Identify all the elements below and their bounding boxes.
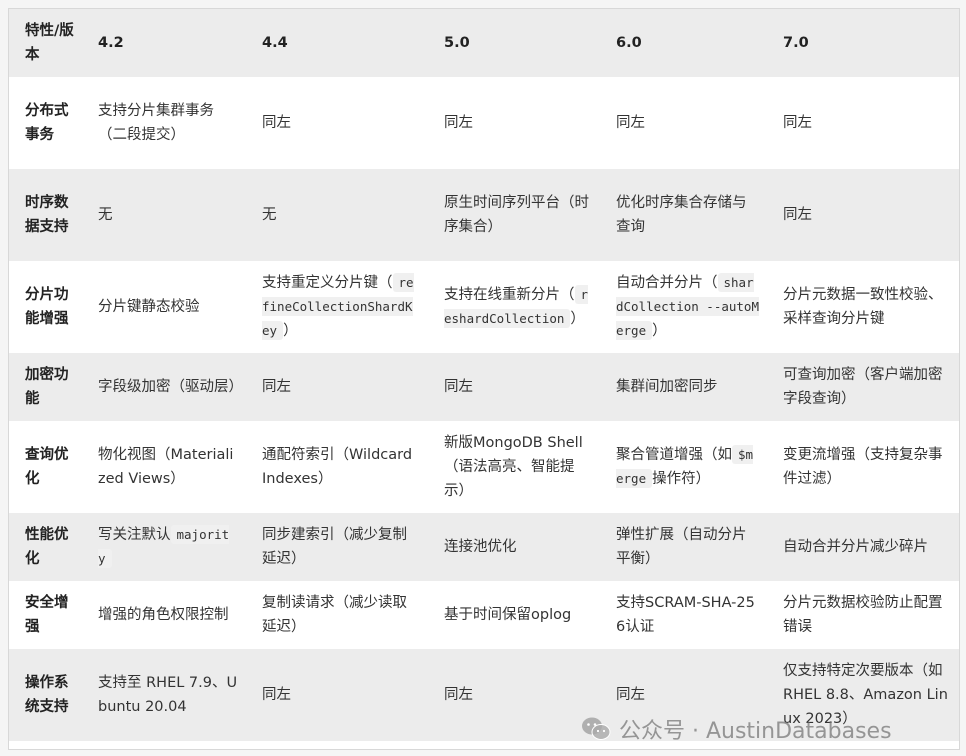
table-cell: 增强的角色权限控制 <box>98 607 229 623</box>
table-cell: 基于时间保留oplog <box>444 607 572 623</box>
cell-text: 聚合管道增强（如 <box>616 447 732 463</box>
table-cell: 同左 <box>616 115 645 131</box>
cell-text: ） <box>570 311 585 327</box>
table-row: 分布式事务 支持分片集群事务（二段提交） 同左 同左 同左 同左 <box>9 77 959 169</box>
cell-text: ） <box>652 323 667 339</box>
cell-text: 操作符） <box>652 471 711 487</box>
table-cell: 同左 <box>444 379 473 395</box>
feature-label: 性能优化 <box>25 527 69 567</box>
header-version-4-4: 4.4 <box>262 35 288 51</box>
table-cell: 分片元数据校验防止配置错误 <box>783 595 943 635</box>
cell-text: 自动合并分片（ <box>616 275 718 291</box>
table-row: 性能优化 写关注默认 majority 同步建索引（减少复制延迟） 连接池优化 弹性扩展（… <box>9 513 959 581</box>
cell-text: 支持在线重新分片（ <box>444 287 575 303</box>
table-cell: 复制读请求（减少读取延迟） <box>262 595 407 635</box>
table-header-row: 特性/版本 4.2 4.4 5.0 6.0 7.0 <box>9 9 959 77</box>
table-cell: 同左 <box>262 115 291 131</box>
table-cell: 连接池优化 <box>444 539 517 555</box>
table-cell: 自动合并分片（ shardCollection --autoMerge） <box>600 261 767 353</box>
table-cell: 支持在线重新分片（ reshardCollection） <box>428 261 600 353</box>
table-cell: 同左 <box>783 115 812 131</box>
feature-label: 安全增强 <box>25 595 69 635</box>
feature-label: 分布式事务 <box>25 103 69 143</box>
watermark-text: 公众号 · AustinDatabases <box>619 719 892 744</box>
table-cell: 支持SCRAM-SHA-256认证 <box>616 595 755 635</box>
table-cell: 自动合并分片减少碎片 <box>783 539 928 555</box>
table-cell: 变更流增强（支持复杂事件过滤） <box>783 447 943 487</box>
table-cell: 支持至 RHEL 7.9、Ubuntu 20.04 <box>98 675 238 715</box>
table-cell: 同左 <box>262 687 291 703</box>
table-cell: 可查询加密（客户端加密字段查询） <box>783 367 943 407</box>
table-cell: 同左 <box>444 115 473 131</box>
table-cell: 同左 <box>262 379 291 395</box>
header-version-5-0: 5.0 <box>444 35 470 51</box>
table-cell: 字段级加密（驱动层） <box>98 379 243 395</box>
cell-text: ） <box>283 323 298 339</box>
feature-label: 查询优化 <box>25 447 69 487</box>
table-cell: 同左 <box>444 687 473 703</box>
table-cell: 分片键静态校验 <box>98 299 200 315</box>
feature-label: 时序数据支持 <box>25 195 69 235</box>
table-row: 时序数据支持 无 无 原生时间序列平台（时序集合） 优化时序集合存储与查询 同左 <box>9 169 959 261</box>
table-cell: 物化视图（Materialized Views） <box>98 447 234 487</box>
header-version-7-0: 7.0 <box>783 35 809 51</box>
table-row: 加密功能 字段级加密（驱动层） 同左 同左 集群间加密同步 可查询加密（客户端加密字段查询… <box>9 353 959 421</box>
table-row: 查询优化 物化视图（Materialized Views） 通配符索引（Wildca… <box>9 421 959 513</box>
table-cell: 支持重定义分片键（ refineCollectionShardKey） <box>246 261 428 353</box>
table-cell: 新版MongoDB Shell（语法高亮、智能提示） <box>444 435 583 499</box>
feature-label: 操作系统支持 <box>25 675 69 715</box>
table-cell: 同左 <box>783 207 812 223</box>
feature-label: 分片功能增强 <box>25 287 69 327</box>
header-feature: 特性/版本 <box>25 23 74 63</box>
version-comparison-table: 特性/版本 4.2 4.4 5.0 6.0 7.0 分布式事务 支持分片集群事务（… <box>9 9 959 741</box>
feature-label: 加密功能 <box>25 367 69 407</box>
table-cell: 聚合管道增强（如 $merge 操作符） <box>600 421 767 513</box>
table-cell: 同步建索引（减少复制延迟） <box>262 527 407 567</box>
cell-text: 写关注默认 <box>98 527 171 543</box>
watermark: 公众号 · AustinDatabases <box>581 713 892 745</box>
table-row: 分片功能增强 分片键静态校验 支持重定义分片键（ refineCollectionSh… <box>9 261 959 353</box>
cell-text: 支持重定义分片键（ <box>262 275 393 291</box>
table-cell: 分片元数据一致性校验、采样查询分片键 <box>783 287 943 327</box>
table-cell: 优化时序集合存储与查询 <box>616 195 747 235</box>
table-cell: 集群间加密同步 <box>616 379 718 395</box>
table-cell: 无 <box>98 207 113 223</box>
table-cell: 写关注默认 majority <box>82 513 246 581</box>
version-comparison-frame: 特性/版本 4.2 4.4 5.0 6.0 7.0 分布式事务 支持分片集群事务（… <box>8 8 960 750</box>
header-version-6-0: 6.0 <box>616 35 642 51</box>
table-cell: 通配符索引（Wildcard Indexes） <box>262 447 413 487</box>
table-cell: 无 <box>262 207 277 223</box>
table-cell: 支持分片集群事务（二段提交） <box>98 103 214 143</box>
table-cell: 弹性扩展（自动分片平衡） <box>616 527 747 567</box>
wechat-icon <box>582 717 611 740</box>
header-version-4-2: 4.2 <box>98 35 124 51</box>
table-row: 安全增强 增强的角色权限控制 复制读请求（减少读取延迟） 基于时间保留oplog 支持S… <box>9 581 959 649</box>
table-cell: 原生时间序列平台（时序集合） <box>444 195 589 235</box>
